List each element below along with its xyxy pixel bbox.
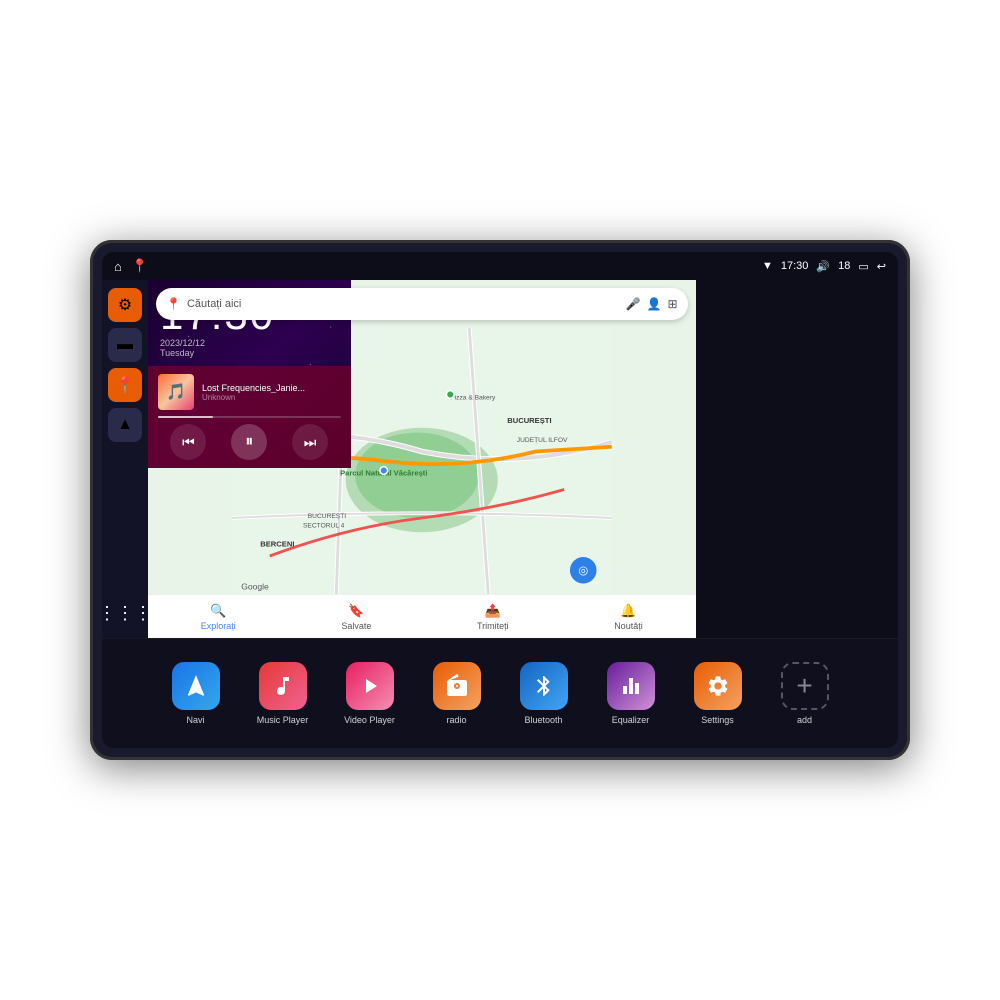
track-artist: Unknown (202, 393, 341, 402)
music-info: 🎵 Lost Frequencies_Janie... Unknown (158, 374, 341, 410)
radio-label: radio (446, 715, 466, 725)
sidebar: ⚙ ▬ 📍 ▲ ⋮⋮⋮ (102, 280, 148, 638)
day-value: Tuesday (160, 348, 194, 358)
clock-date: 2023/12/12 Tuesday (160, 338, 339, 358)
music-app-icon (259, 662, 307, 710)
svg-text:BERCENI: BERCENI (260, 540, 294, 549)
app-add[interactable]: + add (775, 662, 835, 725)
search-icons: 🎤 👤 ⊞ (626, 297, 678, 311)
svg-text:◎: ◎ (578, 565, 588, 577)
map-nav-explore[interactable]: 🔍 Explorați (201, 603, 236, 631)
settings-label: Settings (701, 715, 734, 725)
app-music[interactable]: Music Player (253, 662, 313, 725)
home-icon[interactable]: ⌂ (114, 259, 122, 274)
map-search-bar[interactable]: 📍 Căutați aici 🎤 👤 ⊞ (156, 288, 688, 320)
screen: ⌂ 📍 ▼ 17:30 🔊 18 ▭ ↩ ⚙ ▬ (102, 252, 898, 748)
equalizer-icon (607, 662, 655, 710)
next-icon: ⏭ (304, 434, 317, 451)
layers-icon[interactable]: ⊞ (667, 297, 677, 311)
prev-icon: ⏮ (182, 434, 195, 451)
radio-icon (433, 662, 481, 710)
map-bottom-nav: 🔍 Explorați 🔖 Salvate 📤 Trimiteți � (148, 594, 696, 638)
battery-level: 18 (838, 260, 850, 272)
play-pause-icon: ⏸ (245, 433, 253, 451)
files-icon: ▬ (117, 336, 133, 354)
play-pause-button[interactable]: ⏸ (231, 424, 267, 460)
app-radio[interactable]: radio (427, 662, 487, 725)
nav-icon: ▲ (117, 416, 133, 434)
grid-icon: ⋮⋮⋮ (102, 603, 152, 624)
track-name: Lost Frequencies_Janie... (202, 383, 341, 393)
sidebar-map-btn[interactable]: 📍 (108, 368, 142, 402)
mic-icon[interactable]: 🎤 (626, 297, 641, 311)
status-time: 17:30 (781, 260, 809, 272)
search-text[interactable]: Căutați aici (187, 298, 620, 310)
status-bar: ⌂ 📍 ▼ 17:30 🔊 18 ▭ ↩ (102, 252, 898, 280)
wifi-icon: ▼ (762, 260, 773, 272)
app-settings[interactable]: Settings (688, 662, 748, 725)
status-left: ⌂ 📍 (114, 258, 148, 274)
map-icon: 📍 (115, 375, 135, 395)
status-right: ▼ 17:30 🔊 18 ▭ ↩ (762, 260, 886, 273)
news-icon: 🔔 (620, 603, 636, 619)
back-icon[interactable]: ↩ (877, 260, 886, 273)
music-controls: ⏮ ⏸ ⏭ (158, 424, 341, 460)
app-bluetooth[interactable]: Bluetooth (514, 662, 574, 725)
maps-status-icon[interactable]: 📍 (132, 258, 148, 274)
svg-text:SECTORUL 4: SECTORUL 4 (303, 523, 345, 530)
settings-app-icon (694, 662, 742, 710)
map-nav-share[interactable]: 📤 Trimiteți (477, 603, 509, 631)
google-maps-icon: 📍 (166, 297, 181, 311)
video-icon (346, 662, 394, 710)
svg-text:BUCUREȘTI: BUCUREȘTI (507, 416, 551, 425)
map-nav-saved[interactable]: 🔖 Salvate (341, 603, 371, 631)
news-label: Noutăți (614, 621, 643, 631)
map-area: 📍 Căutați aici 🎤 👤 ⊞ (148, 280, 898, 638)
music-progress-bar[interactable] (158, 416, 341, 418)
battery-icon: ▭ (858, 260, 868, 273)
share-label: Trimiteți (477, 621, 509, 631)
navi-icon (172, 662, 220, 710)
add-label: add (797, 715, 812, 725)
music-section: 🎵 Lost Frequencies_Janie... Unknown (148, 366, 351, 468)
album-art-icon: 🎵 (166, 382, 186, 402)
saved-label: Salvate (341, 621, 371, 631)
explore-icon: 🔍 (210, 603, 226, 619)
sidebar-grid-btn[interactable]: ⋮⋮⋮ (108, 596, 142, 630)
music-progress-fill (158, 416, 213, 418)
prev-button[interactable]: ⏮ (170, 424, 206, 460)
share-icon: 📤 (485, 603, 501, 619)
navi-label: Navi (186, 715, 204, 725)
svg-text:Pizza & Bakery: Pizza & Bakery (450, 394, 496, 401)
app-grid: Navi Music Player Video Player (102, 638, 898, 748)
date-value: 2023/12/12 (160, 338, 205, 348)
sidebar-settings-btn[interactable]: ⚙ (108, 288, 142, 322)
main-content: ⚙ ▬ 📍 ▲ ⋮⋮⋮ � (102, 280, 898, 638)
settings-icon: ⚙ (118, 295, 132, 315)
explore-label: Explorați (201, 621, 236, 631)
account-icon[interactable]: 👤 (646, 297, 661, 311)
app-equalizer[interactable]: Equalizer (601, 662, 661, 725)
video-label: Video Player (344, 715, 395, 725)
svg-text:BUCUREȘTI: BUCUREȘTI (308, 513, 347, 520)
add-icon: + (781, 662, 829, 710)
music-label: Music Player (257, 715, 309, 725)
next-button[interactable]: ⏭ (292, 424, 328, 460)
volume-icon: 🔊 (816, 260, 830, 273)
equalizer-label: Equalizer (612, 715, 650, 725)
svg-text:Google: Google (241, 581, 269, 591)
bluetooth-label: Bluetooth (524, 715, 562, 725)
track-info: Lost Frequencies_Janie... Unknown (202, 383, 341, 402)
app-navi[interactable]: Navi (166, 662, 226, 725)
bluetooth-icon (520, 662, 568, 710)
saved-icon: 🔖 (348, 603, 364, 619)
map-nav-news[interactable]: 🔔 Noutăți (614, 603, 643, 631)
svg-text:JUDEȚUL ILFOV: JUDEȚUL ILFOV (517, 437, 568, 444)
car-device: ⌂ 📍 ▼ 17:30 🔊 18 ▭ ↩ ⚙ ▬ (90, 240, 910, 760)
app-video[interactable]: Video Player (340, 662, 400, 725)
album-art: 🎵 (158, 374, 194, 410)
sidebar-nav-btn[interactable]: ▲ (108, 408, 142, 442)
sidebar-files-btn[interactable]: ▬ (108, 328, 142, 362)
